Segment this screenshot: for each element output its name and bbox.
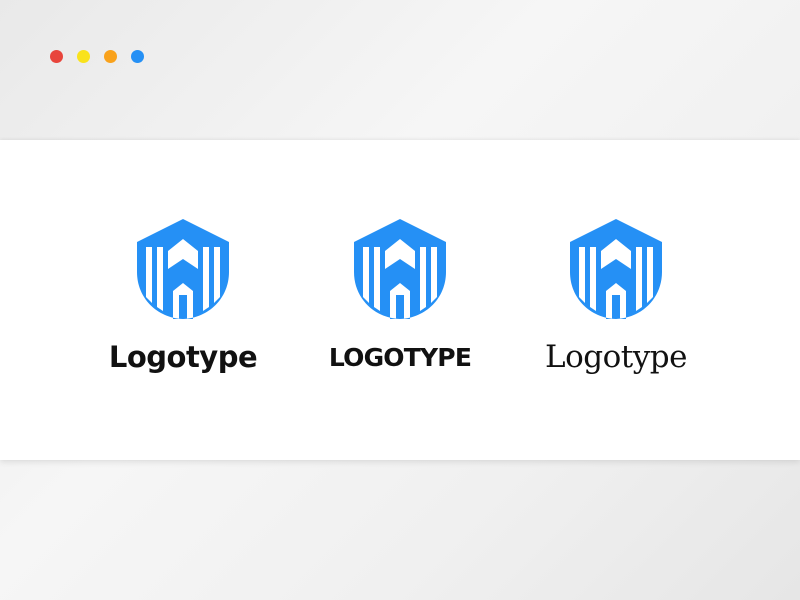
logo-variant-3: Logotype xyxy=(506,140,726,460)
blue-dot[interactable] xyxy=(131,50,144,63)
logo-variant-2: LOGOTYPE xyxy=(290,140,510,460)
wordmark-uppercase-sans: LOGOTYPE xyxy=(328,343,472,372)
window-controls xyxy=(50,50,144,63)
orange-dot[interactable] xyxy=(104,50,117,63)
yellow-dot[interactable] xyxy=(77,50,90,63)
wordmark-geometric-sans: Logotype xyxy=(108,340,258,374)
logo-variant-1: Logotype xyxy=(73,140,293,460)
shield-building-icon xyxy=(354,219,446,319)
red-dot[interactable] xyxy=(50,50,63,63)
shield-building-icon xyxy=(137,219,229,319)
shield-building-icon xyxy=(570,219,662,319)
logo-showcase-panel: Logotype LOGOTYPE Logotype xyxy=(0,140,800,460)
wordmark-serif: Logotype xyxy=(545,339,687,375)
